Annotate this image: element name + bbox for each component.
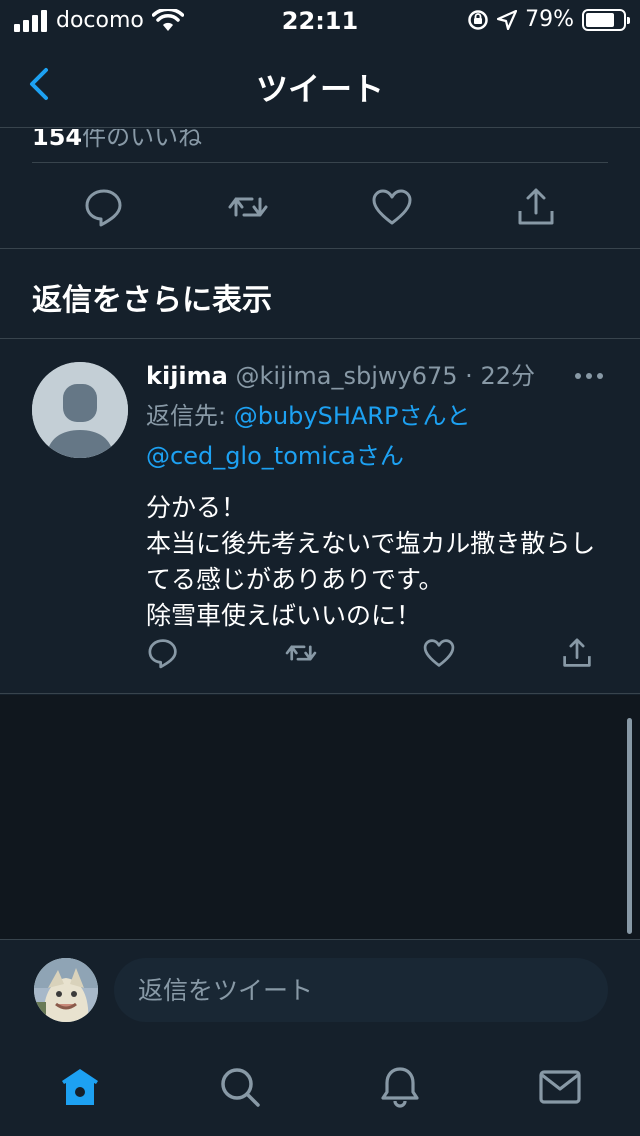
carrier-label: docomo [56, 8, 144, 33]
tweet-actions [0, 185, 640, 237]
tweet-detail-screen: docomo 22:11 79% ツイート 154件のいいね 返信をさらに表示 … [0, 0, 640, 1136]
like-icon[interactable] [370, 185, 414, 229]
likes-stat[interactable]: 154件のいいね [32, 129, 202, 152]
scrollbar[interactable] [627, 718, 632, 934]
reply-actions [146, 636, 606, 676]
empty-area [0, 695, 640, 939]
retweet-icon[interactable] [226, 185, 270, 229]
home-icon[interactable] [58, 1065, 102, 1109]
status-right: 79% [467, 7, 630, 32]
wifi-icon [151, 8, 184, 31]
messages-icon[interactable] [538, 1065, 582, 1109]
reply-content: kijima @kijima_sbjwy675 · 22分 返信先: @buby… [146, 360, 606, 634]
battery-level [586, 12, 615, 27]
like-icon[interactable] [422, 636, 456, 670]
likes-label: 件のいいね [82, 129, 203, 151]
more-options-icon[interactable] [574, 366, 604, 386]
user-avatar-image [34, 958, 98, 1022]
reply-tweet[interactable]: kijima @kijima_sbjwy675 · 22分 返信先: @buby… [0, 340, 640, 694]
signal-icon [14, 9, 47, 32]
author-name[interactable]: kijima [146, 362, 228, 390]
retweet-icon[interactable] [284, 636, 318, 670]
tweet-text: 分かる！ 本当に後先考えないで塩カル撒き散らしてる感じがありありです。 除雪車使… [146, 493, 596, 630]
likes-count: 154 [32, 129, 83, 151]
replying-to: 返信先: @bubySHARPさんと @ced_glo_tomicaさん [146, 396, 606, 476]
page-title: ツイート [255, 70, 384, 108]
reply-compose-bar [0, 939, 640, 1039]
avatar[interactable] [32, 362, 128, 458]
reply-input[interactable] [114, 958, 608, 1022]
default-avatar-icon [32, 362, 128, 458]
timestamp: 22分 [480, 362, 535, 390]
tab-bar [0, 1039, 640, 1136]
separator: · [465, 362, 473, 390]
reply-icon[interactable] [82, 185, 126, 229]
location-icon [497, 9, 518, 30]
mention-link[interactable]: @ced_glo_tomicaさん [146, 442, 404, 470]
user-avatar[interactable] [34, 958, 98, 1022]
focused-tweet-footer: 154件のいいね [0, 129, 640, 249]
battery-icon [582, 8, 630, 31]
mention-link[interactable]: @bubySHARPさんと [234, 402, 471, 430]
search-icon[interactable] [218, 1065, 262, 1109]
navigation-bar: ツイート [0, 40, 640, 128]
show-more-replies[interactable]: 返信をさらに表示 [0, 249, 640, 339]
status-left: docomo [14, 8, 184, 33]
show-more-replies-label: 返信をさらに表示 [32, 283, 272, 318]
replying-to-prefix: 返信先: [146, 402, 234, 430]
notifications-icon[interactable] [378, 1065, 422, 1109]
share-icon[interactable] [560, 636, 594, 670]
author-handle[interactable]: @kijima_sbjwy675 [235, 362, 457, 390]
status-bar: docomo 22:11 79% [0, 0, 640, 40]
share-icon[interactable] [514, 185, 558, 229]
orientation-lock-icon [468, 9, 488, 30]
reply-icon[interactable] [146, 636, 180, 670]
battery-percent: 79% [525, 7, 574, 32]
reply-header: kijima @kijima_sbjwy675 · 22分 [146, 360, 606, 392]
divider [32, 162, 608, 163]
